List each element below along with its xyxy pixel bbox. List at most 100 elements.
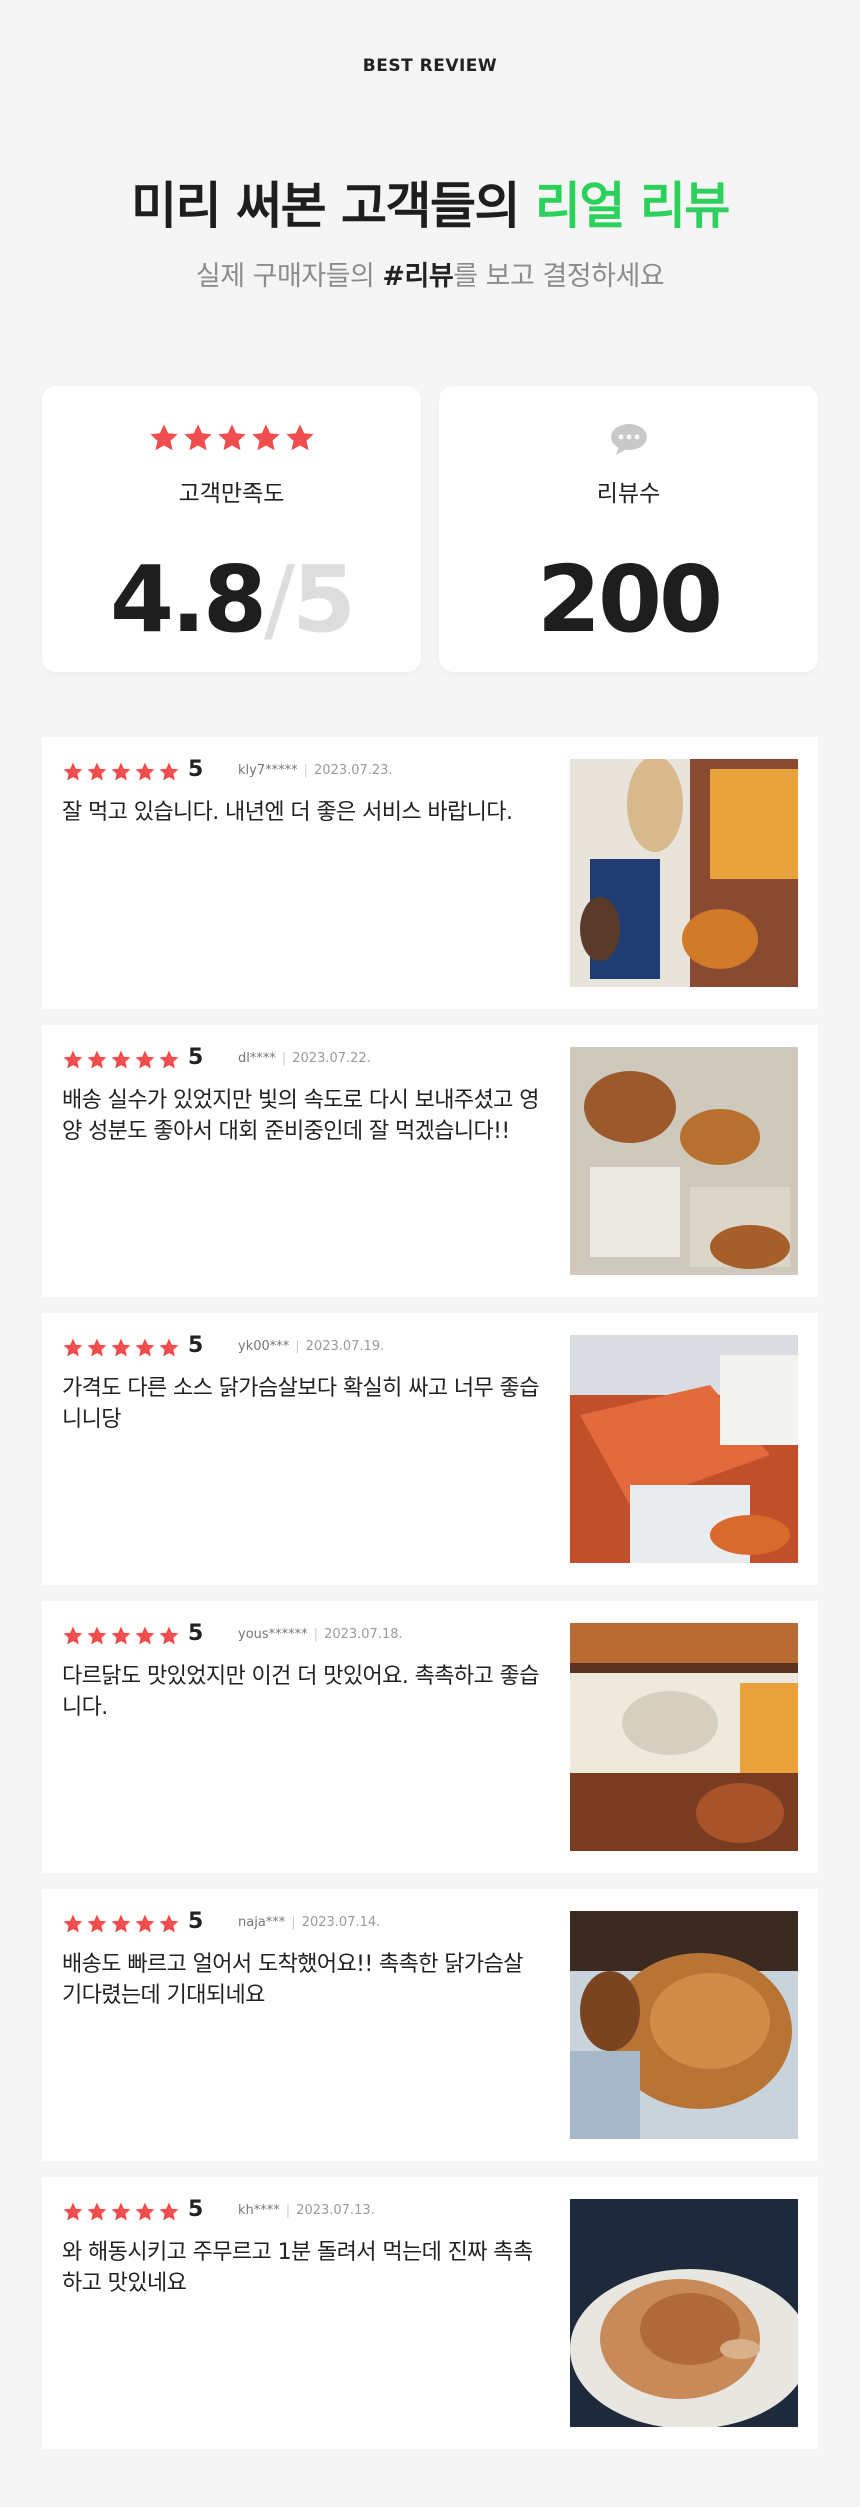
photo-chicken-plate <box>570 2199 798 2427</box>
headline-main: 미리 써본 고객들의 <box>131 177 535 235</box>
review-score: 5 <box>188 2197 204 2222</box>
review-meta: yk00*** | 2023.07.19. <box>238 1339 384 1354</box>
review-date: 2023.07.14. <box>301 1915 381 1930</box>
review-stars <box>62 1913 182 1937</box>
star-icon <box>110 2201 132 2223</box>
star-icon <box>110 1913 132 1935</box>
review-photo[interactable] <box>570 759 798 987</box>
review-stars <box>62 1337 182 1361</box>
photo-chicken-packages <box>570 1623 798 1851</box>
section-eyebrow: BEST REVIEW <box>362 56 498 76</box>
review-user: naja*** <box>238 1915 286 1930</box>
star-icon <box>158 1049 180 1071</box>
star-icon <box>182 422 214 454</box>
review-text: 잘 먹고 있습니다. 내년엔 더 좋은 서비스 바랍니다. <box>62 800 513 825</box>
star-icon <box>62 2201 84 2223</box>
review-meta: naja*** | 2023.07.14. <box>238 1915 380 1930</box>
review-stars <box>62 1625 182 1649</box>
star-icon <box>134 761 156 783</box>
meta-divider: | <box>291 1915 296 1930</box>
review-text: 와 해동시키고 주무르고 1분 돌려서 먹는데 진짜 촉촉하고 맛있네요 <box>62 2240 533 2296</box>
review-count-card: 리뷰수 200 <box>439 386 818 672</box>
review-text: 배송 실수가 있었지만 빛의 속도로 다시 보내주셨고 영양 성분도 좋아서 대… <box>62 1088 539 1144</box>
star-icon <box>158 1913 180 1935</box>
star-icon <box>134 1625 156 1647</box>
subhead-post: 를 보고 결정하세요 <box>453 261 665 292</box>
review-user: yous****** <box>238 1627 308 1642</box>
review-meta: kly7***** | 2023.07.23. <box>238 763 393 778</box>
star-icon <box>134 2201 156 2223</box>
photo-chicken-packages <box>570 1335 798 1563</box>
page-title: 미리 써본 고객들의 리얼 리뷰 <box>0 166 860 238</box>
review-score: 5 <box>188 1333 204 1358</box>
star-icon <box>158 761 180 783</box>
subhead-pre: 실제 구매자들의 <box>195 261 383 292</box>
review-date: 2023.07.13. <box>296 2203 375 2218</box>
star-icon <box>134 1913 156 1935</box>
star-icon <box>158 1625 180 1647</box>
satisfaction-card: 고객만족도 4.8/5 <box>42 386 421 672</box>
review-user: kh**** <box>238 2203 280 2218</box>
review-date: 2023.07.18. <box>324 1627 403 1642</box>
page-subtitle: 실제 구매자들의 #리뷰를 보고 결정하세요 <box>0 254 860 293</box>
star-icon <box>86 1049 108 1071</box>
star-icon <box>62 1913 84 1935</box>
star-icon <box>148 422 180 454</box>
review-photo[interactable] <box>570 1047 798 1275</box>
meta-divider: | <box>285 2203 291 2218</box>
review-text: 가격도 다른 소스 닭가슴살보다 확실히 싸고 너무 좋습니니당 <box>62 1376 539 1432</box>
review-photo[interactable] <box>570 1911 798 2139</box>
star-icon <box>158 2201 180 2223</box>
star-icon <box>62 761 84 783</box>
review-date: 2023.07.23. <box>314 763 393 778</box>
review-stars <box>62 1049 182 1073</box>
photo-chicken-packages <box>570 1047 798 1275</box>
star-icon <box>134 1337 156 1359</box>
satisfaction-slash: / <box>263 546 295 653</box>
photo-chicken-packages <box>570 759 798 987</box>
star-icon <box>250 422 282 454</box>
review-card[interactable]: 5 dl**** | 2023.07.22. 배송 실수가 있었지만 빛의 속도로 … <box>42 1025 818 1297</box>
review-text: 배송도 빠르고 얼어서 도착했어요!! 촉촉한 닭가슴살 기다렸는데 기대되네요 <box>62 1952 523 2008</box>
review-card[interactable]: 5 naja*** | 2023.07.14. 배송도 빠르고 얼어서 도착했어요!… <box>42 1889 818 2161</box>
satisfaction-score: 4.8 <box>110 546 267 653</box>
review-date: 2023.07.19. <box>305 1339 385 1354</box>
review-score: 5 <box>188 1621 204 1646</box>
star-icon <box>158 1337 180 1359</box>
satisfaction-max: 5 <box>291 546 356 653</box>
meta-divider: | <box>313 1627 319 1642</box>
satisfaction-value: 4.8/5 <box>42 546 421 653</box>
star-icon <box>86 761 108 783</box>
review-user: yk00*** <box>238 1339 290 1354</box>
review-user: dl**** <box>238 1051 276 1066</box>
star-icon <box>110 761 132 783</box>
star-icon <box>110 1337 132 1359</box>
star-icon <box>110 1049 132 1071</box>
photo-chicken-packages <box>570 1911 798 2139</box>
star-icon <box>86 2201 108 2223</box>
star-icon <box>86 1913 108 1935</box>
review-text: 다르닭도 맛있었지만 이건 더 맛있어요. 촉촉하고 좋습니다. <box>62 1664 539 1720</box>
satisfaction-stars <box>42 422 421 458</box>
review-meta: yous****** | 2023.07.18. <box>238 1627 403 1642</box>
review-photo[interactable] <box>570 1335 798 1563</box>
review-card[interactable]: 5 kly7***** | 2023.07.23. 잘 먹고 있습니다. 내년엔 더… <box>42 737 818 1009</box>
review-card[interactable]: 5 kh**** | 2023.07.13. 와 해동시키고 주무르고 1분 돌려서… <box>42 2177 818 2449</box>
review-meta: kh**** | 2023.07.13. <box>238 2203 375 2218</box>
review-card[interactable]: 5 yous****** | 2023.07.18. 다르닭도 맛있었지만 이건 더… <box>42 1601 818 1873</box>
review-card[interactable]: 5 yk00*** | 2023.07.19. 가격도 다른 소스 닭가슴살보다 확… <box>42 1313 818 1585</box>
star-icon <box>86 1337 108 1359</box>
chat-bubble-icon <box>611 424 647 455</box>
star-icon <box>62 1337 84 1359</box>
subhead-hashtag: #리뷰 <box>382 261 454 292</box>
review-user: kly7***** <box>238 763 298 778</box>
star-icon <box>86 1625 108 1647</box>
review-photo[interactable] <box>570 2199 798 2427</box>
review-meta: dl**** | 2023.07.22. <box>238 1051 371 1066</box>
satisfaction-label: 고객만족도 <box>178 481 285 507</box>
review-date: 2023.07.22. <box>292 1051 371 1066</box>
review-photo[interactable] <box>570 1623 798 1851</box>
review-count-label: 리뷰수 <box>596 481 661 507</box>
review-score: 5 <box>188 1909 204 1934</box>
star-icon <box>110 1625 132 1647</box>
